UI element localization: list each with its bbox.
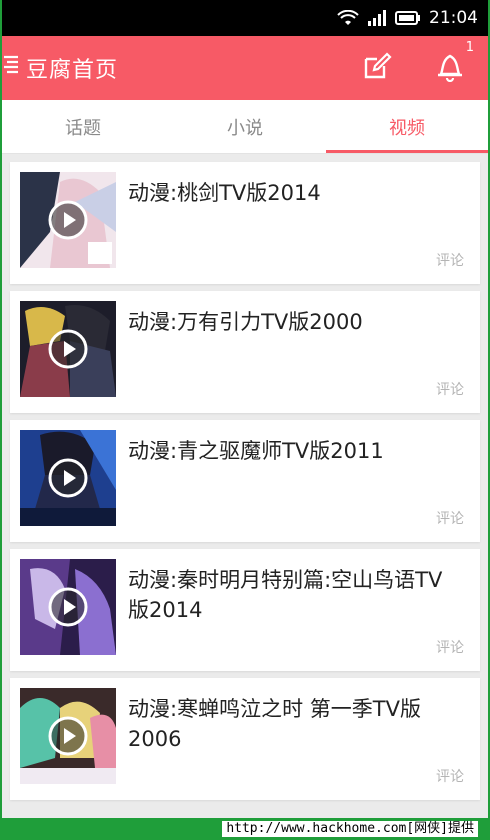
play-icon (48, 716, 88, 756)
app-bar: 豆腐首页 1 (2, 36, 488, 100)
video-card[interactable]: 动漫:万有引力TV版2000 评论 (10, 291, 480, 413)
video-title[interactable]: 动漫:桃剑TV版2014 (128, 178, 458, 284)
video-title[interactable]: 动漫:寒蝉鸣泣之时 第一季TV版2006 (128, 694, 458, 800)
video-thumbnail[interactable] (20, 688, 116, 784)
comment-link[interactable]: 评论 (436, 637, 464, 657)
video-card[interactable]: 动漫:青之驱魔师TV版2011 评论 (10, 420, 480, 542)
tab-novels[interactable]: 小说 (164, 100, 326, 153)
tab-topics[interactable]: 话题 (2, 100, 164, 153)
video-thumbnail[interactable] (20, 301, 116, 397)
signal-icon (367, 10, 387, 26)
play-icon (48, 329, 88, 369)
video-card[interactable]: 动漫:秦时明月特别篇:空山鸟语TV版2014 评论 (10, 549, 480, 671)
video-list: 动漫:桃剑TV版2014 评论 动漫:万有引力TV版2000 评论 动漫:青之驱… (2, 154, 488, 800)
video-title[interactable]: 动漫:秦时明月特别篇:空山鸟语TV版2014 (128, 565, 458, 671)
notification-button[interactable]: 1 (436, 40, 474, 86)
app-title: 豆腐首页 (26, 58, 119, 83)
play-icon (48, 587, 88, 627)
video-card[interactable]: 动漫:桃剑TV版2014 评论 (10, 162, 480, 284)
play-icon (48, 458, 88, 498)
watermark-text: http://www.hackhome.com[网侠]提供 (222, 821, 478, 837)
edit-icon[interactable] (362, 51, 392, 85)
status-time: 21:04 (429, 8, 478, 28)
app-frame: 21:04 豆腐首页 1 话题 小说 视频 动漫:桃剑TV版2014 评论 动漫… (2, 0, 488, 818)
comment-link[interactable]: 评论 (436, 379, 464, 399)
status-bar: 21:04 (2, 0, 488, 36)
video-thumbnail[interactable] (20, 430, 116, 526)
comment-link[interactable]: 评论 (436, 250, 464, 270)
bell-icon (438, 54, 462, 83)
menu-icon[interactable] (2, 54, 20, 82)
video-thumbnail[interactable] (20, 559, 116, 655)
wifi-icon (337, 10, 359, 26)
tab-bar: 话题 小说 视频 (2, 100, 488, 154)
notification-badge: 1 (465, 40, 474, 55)
video-title[interactable]: 动漫:万有引力TV版2000 (128, 307, 458, 413)
comment-link[interactable]: 评论 (436, 766, 464, 786)
video-thumbnail[interactable] (20, 172, 116, 268)
video-title[interactable]: 动漫:青之驱魔师TV版2011 (128, 436, 458, 542)
tab-videos[interactable]: 视频 (326, 100, 488, 153)
comment-link[interactable]: 评论 (436, 508, 464, 528)
app-logo[interactable]: 豆腐首页 (2, 52, 118, 84)
watermark-bar: http://www.hackhome.com[网侠]提供 (0, 818, 490, 840)
video-card[interactable]: 动漫:寒蝉鸣泣之时 第一季TV版2006 评论 (10, 678, 480, 800)
play-icon (48, 200, 88, 240)
battery-icon (395, 11, 421, 25)
